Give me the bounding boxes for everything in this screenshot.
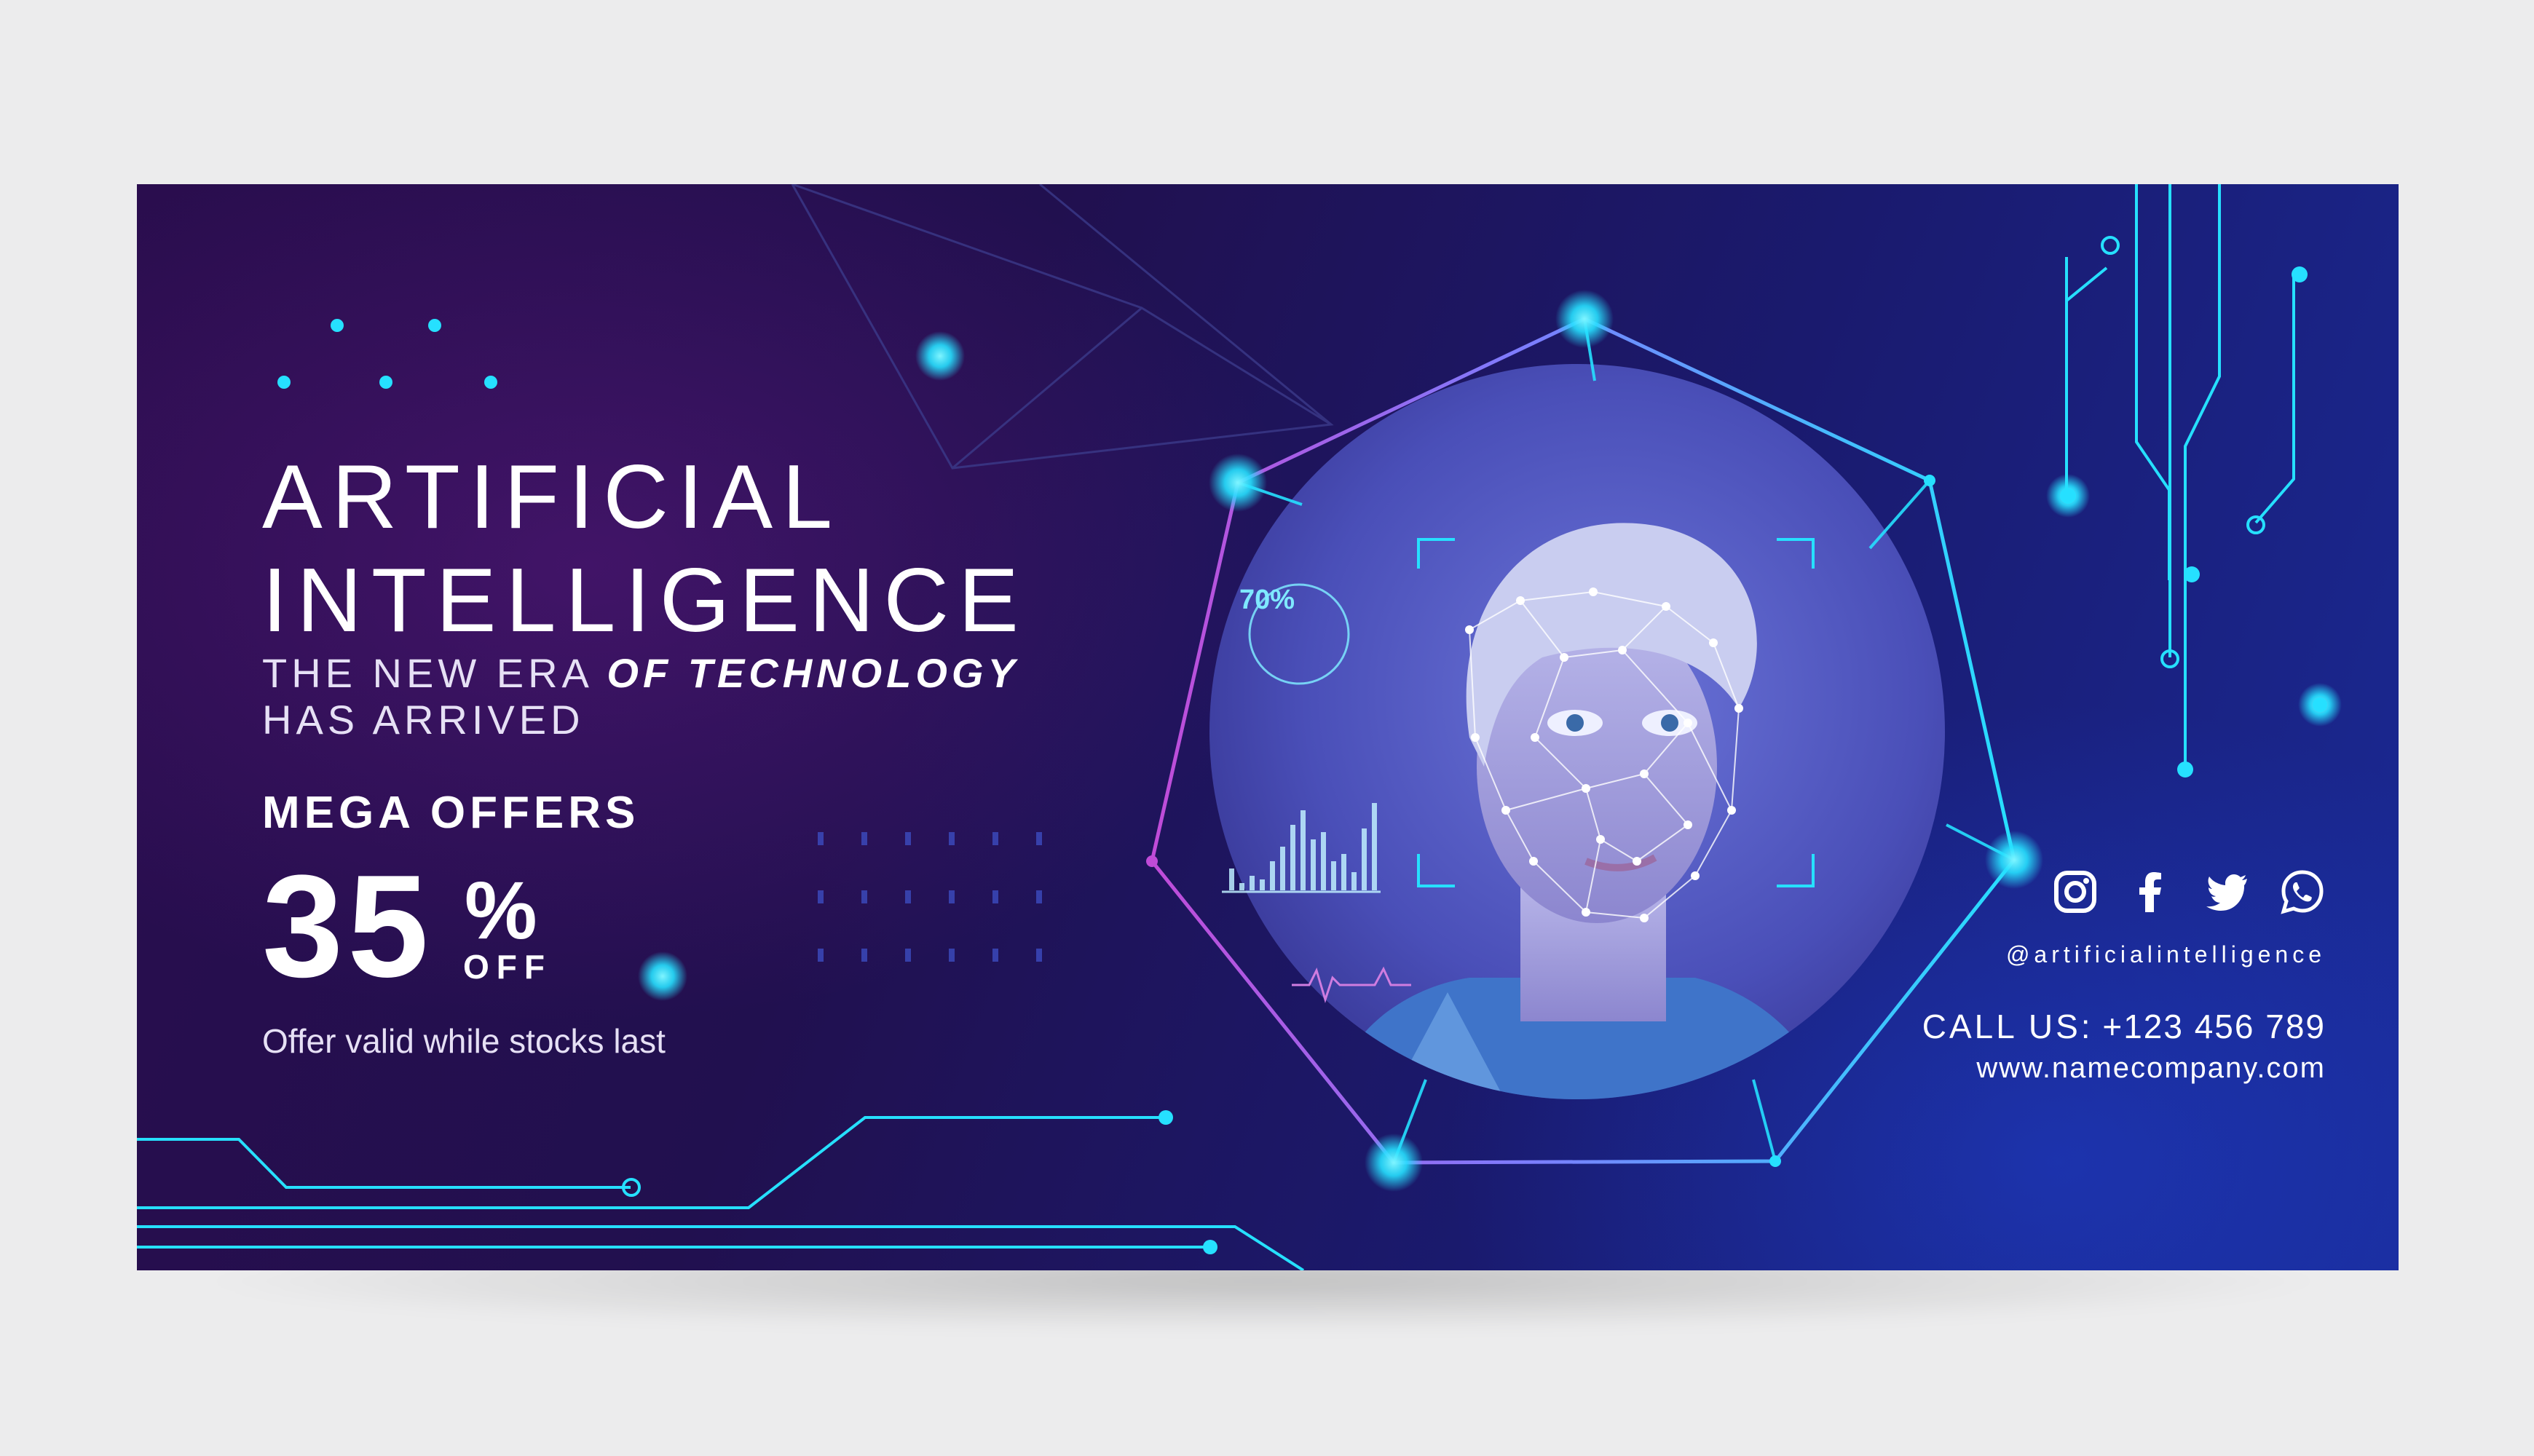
- network-node: [1769, 1155, 1781, 1167]
- circuit-node: [2246, 515, 2265, 534]
- circuit-node: [2292, 266, 2308, 282]
- call-us: CALL US: +123 456 789: [1922, 1007, 2326, 1046]
- social-icons: [2052, 869, 2326, 915]
- network-node: [1365, 1133, 1423, 1192]
- network-node: [1146, 855, 1158, 867]
- dash-grid: [818, 832, 1042, 962]
- circuit-node: [2177, 761, 2193, 778]
- circuit-node: [2060, 488, 2076, 504]
- circuit-lines-bottom: [137, 1116, 1305, 1270]
- discount-percent-sign: %: [465, 865, 537, 956]
- tagline-line-2: HAS ARRIVED: [262, 697, 585, 743]
- whatsapp-icon[interactable]: [2279, 869, 2326, 915]
- offer-heading: MEGA OFFERS: [262, 788, 640, 838]
- dot-cluster: [277, 319, 497, 389]
- tagline: THE NEW ERA OF TECHNOLOGY HAS ARRIVED: [262, 650, 1019, 743]
- wire-mesh: [791, 184, 1334, 470]
- page: ARTIFICIAL INTELLIGENCE THE NEW ERA OF T…: [0, 0, 2534, 1456]
- headline: ARTIFICIAL INTELLIGENCE: [262, 446, 1028, 653]
- network-node: [1209, 454, 1267, 512]
- discount-off-label: OFF: [463, 948, 552, 986]
- scan-percent: 70%: [1239, 585, 1295, 615]
- tagline-part-2: OF TECHNOLOGY: [607, 650, 1019, 696]
- call-label: CALL US: [1922, 1008, 2081, 1045]
- circuit-node: [2313, 697, 2327, 712]
- twitter-icon[interactable]: [2203, 869, 2250, 915]
- network-node: [1924, 475, 1935, 486]
- circuit-node: [1159, 1110, 1173, 1125]
- glow-dot: [915, 331, 965, 381]
- phone-number[interactable]: : +123 456 789: [2081, 1008, 2326, 1045]
- glow-dot: [638, 951, 687, 1001]
- offer-note: Offer valid while stocks last: [262, 1022, 666, 1060]
- facebook-icon[interactable]: [2128, 869, 2174, 915]
- circuit-lines-top-right: [2065, 184, 2295, 769]
- headline-line-1: ARTIFICIAL: [262, 447, 842, 547]
- instagram-icon[interactable]: [2052, 869, 2099, 915]
- circuit-node: [2101, 236, 2120, 255]
- website-link[interactable]: www.namecompany.com: [1976, 1052, 2326, 1085]
- social-handle[interactable]: @artificialintelligence: [2006, 941, 2326, 968]
- network-node: [1985, 831, 2043, 889]
- ai-banner: ARTIFICIAL INTELLIGENCE THE NEW ERA OF T…: [137, 184, 2399, 1270]
- headline-line-2: INTELLIGENCE: [262, 550, 1028, 651]
- tagline-part-1: THE NEW ERA: [262, 650, 607, 696]
- circuit-node: [1203, 1240, 1217, 1254]
- discount-value: 35: [262, 845, 433, 1008]
- network-node: [1555, 290, 1614, 348]
- circuit-node: [2184, 566, 2200, 582]
